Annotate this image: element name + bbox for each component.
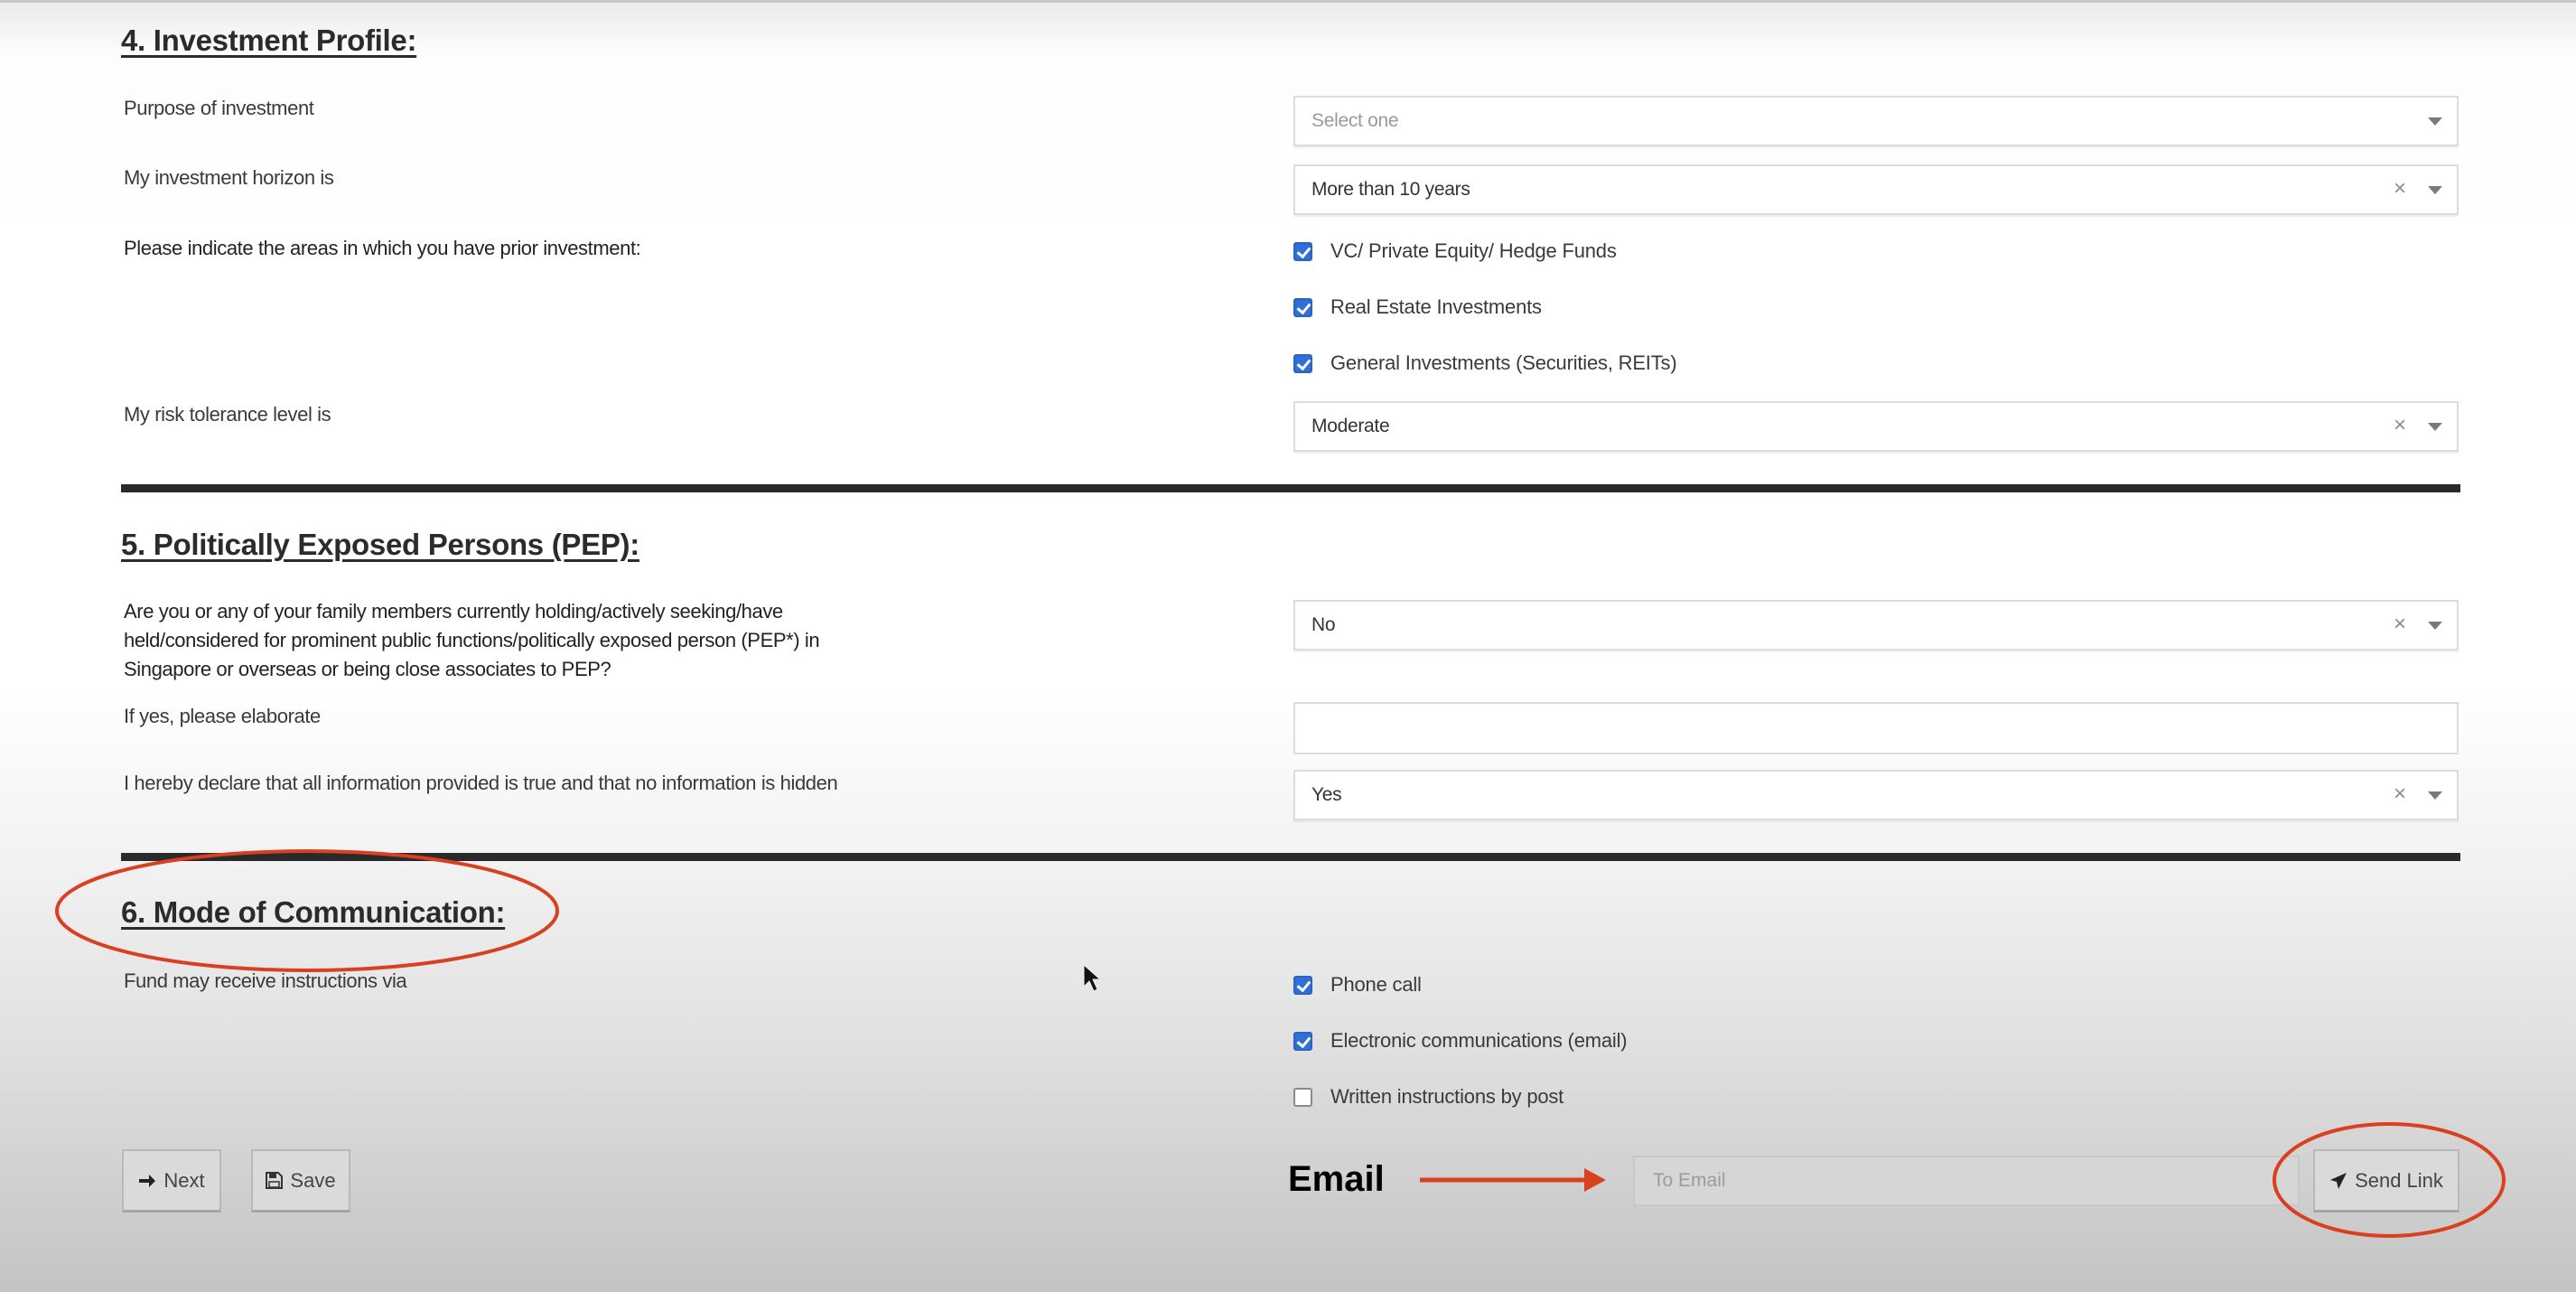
checkbox-label: Written instructions by post — [1330, 1085, 1564, 1108]
chevron-down-icon[interactable] — [2428, 423, 2442, 431]
section-heading-mode-of-communication: 6. Mode of Communication: — [121, 895, 506, 929]
horizon-select[interactable]: More than 10 years × — [1293, 164, 2459, 215]
declare-select[interactable]: Yes × — [1293, 770, 2459, 820]
checkbox-label: Electronic communications (email) — [1330, 1029, 1628, 1052]
clear-icon[interactable]: × — [2394, 782, 2406, 807]
section-divider — [121, 484, 2460, 492]
checkbox-label: Real Estate Investments — [1330, 295, 1542, 318]
clear-icon[interactable]: × — [2394, 413, 2406, 438]
purpose-select[interactable]: Select one — [1293, 96, 2459, 146]
checkbox-vc-private-equity[interactable]: VC/ Private Equity/ Hedge Funds — [1293, 239, 1617, 263]
checkbox-real-estate[interactable]: Real Estate Investments — [1293, 295, 1542, 319]
clear-icon[interactable]: × — [2394, 176, 2406, 201]
mouse-cursor-icon — [1083, 963, 1102, 992]
section-heading-pep: 5. Politically Exposed Persons (PEP): — [121, 528, 639, 561]
section-divider — [121, 853, 2460, 861]
checkbox-checked-icon[interactable] — [1293, 353, 1312, 373]
checkbox-phone-call[interactable]: Phone call — [1293, 973, 1422, 997]
annotation-arrowhead — [1584, 1168, 1606, 1192]
declare-select-value: Yes — [1311, 784, 1342, 805]
to-email-input[interactable] — [1633, 1156, 2300, 1206]
pep-select-value: No — [1311, 614, 1336, 635]
pep-select[interactable]: No × — [1293, 600, 2459, 651]
purpose-label: Purpose of investment — [124, 97, 314, 119]
horizon-select-value: More than 10 years — [1311, 179, 1470, 200]
elaborate-input[interactable] — [1293, 702, 2459, 754]
chevron-down-icon[interactable] — [2428, 186, 2442, 194]
horizon-label: My investment horizon is — [124, 166, 334, 189]
risk-label: My risk tolerance level is — [124, 403, 331, 426]
checkbox-checked-icon[interactable] — [1293, 1031, 1312, 1051]
chevron-down-icon[interactable] — [2428, 791, 2442, 800]
save-button-label: Save — [290, 1168, 336, 1192]
checkbox-electronic-communications[interactable]: Electronic communications (email) — [1293, 1029, 1628, 1053]
send-link-button-label: Send Link — [2355, 1168, 2443, 1192]
annotation-email-label: Email — [1288, 1159, 1385, 1199]
floppy-disk-icon — [266, 1172, 284, 1189]
next-button-label: Next — [163, 1168, 205, 1192]
send-link-button[interactable]: Send Link — [2313, 1149, 2459, 1212]
risk-select-value: Moderate — [1311, 416, 1390, 436]
instructions-label: Fund may receive instructions via — [124, 969, 407, 992]
prior-investment-label: Please indicate the areas in which you h… — [124, 237, 641, 259]
checkbox-checked-icon[interactable] — [1293, 975, 1312, 995]
purpose-select-placeholder: Select one — [1311, 110, 1399, 131]
checkbox-checked-icon[interactable] — [1293, 241, 1312, 261]
paper-plane-icon — [2329, 1172, 2347, 1190]
chevron-down-icon[interactable] — [2428, 117, 2442, 126]
checkbox-label: Phone call — [1330, 973, 1422, 996]
checkbox-unchecked-icon[interactable] — [1293, 1087, 1312, 1107]
pep-question-label: Are you or any of your family members cu… — [124, 600, 820, 680]
chevron-down-icon[interactable] — [2428, 622, 2442, 630]
checkbox-general-investments[interactable]: General Investments (Securities, REITs) — [1293, 351, 1677, 375]
checkbox-label: VC/ Private Equity/ Hedge Funds — [1330, 239, 1617, 262]
elaborate-label: If yes, please elaborate — [124, 705, 321, 727]
checkbox-label: General Investments (Securities, REITs) — [1330, 351, 1677, 374]
checkbox-checked-icon[interactable] — [1293, 297, 1312, 317]
section-heading-investment-profile: 4. Investment Profile: — [121, 23, 417, 57]
next-button[interactable]: Next — [122, 1149, 221, 1212]
checkbox-written-instructions[interactable]: Written instructions by post — [1293, 1085, 1563, 1109]
risk-select[interactable]: Moderate × — [1293, 401, 2459, 452]
save-button[interactable]: Save — [251, 1149, 350, 1212]
arrow-right-icon — [138, 1173, 156, 1189]
declare-label: I hereby declare that all information pr… — [124, 772, 838, 794]
clear-icon[interactable]: × — [2394, 612, 2406, 637]
top-border — [0, 0, 2576, 3]
